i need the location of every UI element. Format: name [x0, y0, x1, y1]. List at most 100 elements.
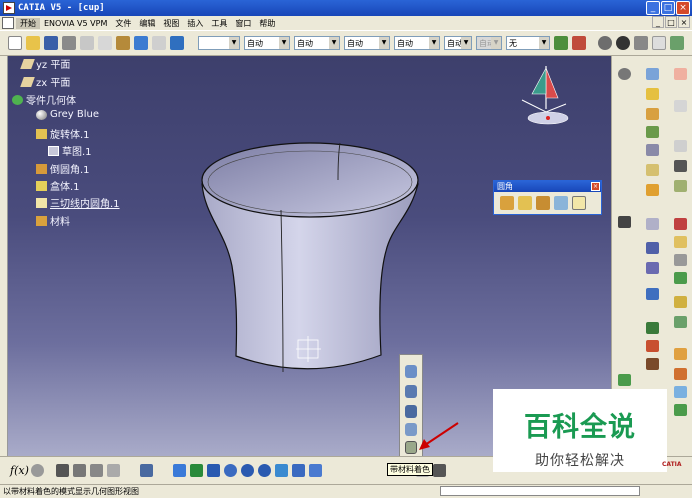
- eraser-icon[interactable]: [674, 386, 687, 398]
- tree-item-material[interactable]: 材料: [36, 213, 70, 228]
- layer-combo[interactable]: 无 ▼: [506, 36, 550, 50]
- tree-item-sketch[interactable]: 草图.1: [48, 143, 92, 158]
- tree-expand-icon[interactable]: [72, 464, 86, 477]
- tree-item-edge-fillet[interactable]: 倒圆角.1: [36, 161, 90, 176]
- menu-start[interactable]: 开始: [16, 17, 40, 29]
- color-tool-icon[interactable]: [674, 368, 687, 380]
- swap-visible-space-icon[interactable]: [432, 464, 446, 477]
- tree-item-zx-plane[interactable]: zx 平面: [20, 74, 70, 89]
- point-type-combo[interactable]: 自动 ▼: [394, 36, 440, 50]
- open-icon[interactable]: [26, 36, 40, 50]
- comment-icon[interactable]: [30, 464, 44, 477]
- menu-enovia[interactable]: ENOVIA V5 VPM: [40, 19, 111, 28]
- menu-insert[interactable]: 插入: [183, 18, 207, 29]
- tritangent-fillet-tool-icon[interactable]: [554, 196, 568, 210]
- boolean-icon[interactable]: [674, 272, 687, 284]
- catalog-icon[interactable]: [670, 36, 684, 50]
- menu-view[interactable]: 视图: [159, 18, 183, 29]
- cut-icon[interactable]: [80, 36, 94, 50]
- rib-icon[interactable]: [646, 144, 659, 156]
- formula-button[interactable]: f(x): [10, 464, 29, 477]
- select-arrow-icon[interactable]: [674, 68, 687, 80]
- sketch-tool-icon[interactable]: [674, 100, 687, 112]
- menu-edit[interactable]: 编辑: [135, 18, 159, 29]
- minimize-button[interactable]: _: [646, 1, 660, 15]
- paste-icon[interactable]: [116, 36, 130, 50]
- annotation-icon[interactable]: [646, 340, 659, 352]
- document-icon[interactable]: [2, 17, 14, 29]
- hole-icon[interactable]: [646, 126, 659, 138]
- isometric-view-icon[interactable]: [308, 464, 322, 477]
- constraint-icon[interactable]: [674, 348, 687, 360]
- new-icon[interactable]: [8, 36, 22, 50]
- tree-scroll-bar[interactable]: [0, 56, 8, 456]
- menu-tools[interactable]: 工具: [207, 18, 231, 29]
- tree-item-part-body[interactable]: 零件几何体: [12, 92, 76, 107]
- apply-material-icon[interactable]: [674, 316, 687, 328]
- render-style-combo[interactable]: 自动 ▼: [444, 36, 472, 50]
- menu-file[interactable]: 文件: [111, 18, 135, 29]
- transparency-combo[interactable]: 自动 ▼: [244, 36, 290, 50]
- axis-system-icon[interactable]: [634, 36, 648, 50]
- shading-with-edges-icon[interactable]: [405, 385, 417, 398]
- line-type-combo[interactable]: 自动 ▼: [344, 36, 390, 50]
- tree-item-yz-plane[interactable]: yz 平面: [20, 56, 70, 71]
- stiffener-icon[interactable]: [646, 184, 659, 196]
- menu-window[interactable]: 窗口: [231, 18, 255, 29]
- slot-icon[interactable]: [646, 164, 659, 176]
- update-icon[interactable]: [598, 36, 612, 50]
- pan-icon[interactable]: [206, 464, 220, 477]
- grid-icon[interactable]: [55, 464, 69, 477]
- tree-item-shell[interactable]: 盒体.1: [36, 178, 80, 193]
- swap-icon[interactable]: [139, 464, 153, 477]
- shading-icon[interactable]: [405, 365, 417, 378]
- thread-icon[interactable]: [674, 254, 687, 266]
- print-icon[interactable]: [62, 36, 76, 50]
- format-painter-icon[interactable]: [554, 36, 568, 50]
- chamfer-icon[interactable]: [572, 196, 586, 210]
- lock-icon[interactable]: [89, 464, 103, 477]
- copy-icon[interactable]: [98, 36, 112, 50]
- remove-face-icon[interactable]: [674, 296, 687, 308]
- pattern-icon[interactable]: [646, 262, 659, 274]
- doc-restore-button[interactable]: □: [665, 16, 677, 28]
- line-thickness-combo[interactable]: 自动 ▼: [294, 36, 340, 50]
- catalog-tool-icon[interactable]: [674, 404, 687, 416]
- edge-fillet-icon[interactable]: [500, 196, 514, 210]
- tree-item-grey-blue[interactable]: Grey Blue: [36, 109, 99, 120]
- pad-icon[interactable]: [646, 68, 659, 80]
- tree-item-tritangent-fillet[interactable]: 三切线内圆角.1: [36, 195, 120, 210]
- normal-view-icon[interactable]: [274, 464, 288, 477]
- render-icon[interactable]: [646, 358, 659, 370]
- menu-help[interactable]: 帮助: [255, 18, 279, 29]
- gear-icon[interactable]: [618, 68, 631, 80]
- axis-tool-icon[interactable]: [646, 288, 659, 300]
- zoom-in-icon[interactable]: [240, 464, 254, 477]
- fillets-toolbar-title[interactable]: 圆角 ×: [494, 181, 601, 192]
- tree-item-shaft[interactable]: 旋转体.1: [36, 126, 90, 141]
- compass-icon[interactable]: [521, 66, 569, 125]
- catia-app-icon[interactable]: [3, 2, 15, 14]
- shaft-tool-icon[interactable]: [646, 108, 659, 120]
- transformation-icon[interactable]: [646, 218, 659, 230]
- close-button[interactable]: ×: [676, 1, 690, 15]
- variable-fillet-icon[interactable]: [518, 196, 532, 210]
- mirror-icon[interactable]: [646, 242, 659, 254]
- draft-icon[interactable]: [674, 180, 687, 192]
- axis-system-tool-icon[interactable]: [618, 374, 631, 386]
- doc-minimize-button[interactable]: _: [652, 16, 664, 28]
- pocket-icon[interactable]: [646, 88, 659, 100]
- units-icon[interactable]: [652, 36, 666, 50]
- fillets-toolbar-close-button[interactable]: ×: [591, 182, 600, 191]
- maximize-button[interactable]: □: [661, 1, 675, 15]
- thickness-icon[interactable]: [674, 218, 687, 230]
- graphic-properties-icon[interactable]: [572, 36, 586, 50]
- fly-mode-icon[interactable]: [172, 464, 186, 477]
- analysis-icon[interactable]: [646, 322, 659, 334]
- zoom-out-icon[interactable]: [257, 464, 271, 477]
- whats-this-icon[interactable]: [170, 36, 184, 50]
- snap-icon[interactable]: [106, 464, 120, 477]
- redo-icon[interactable]: [152, 36, 166, 50]
- face-face-fillet-icon[interactable]: [536, 196, 550, 210]
- measure-icon[interactable]: [674, 160, 687, 172]
